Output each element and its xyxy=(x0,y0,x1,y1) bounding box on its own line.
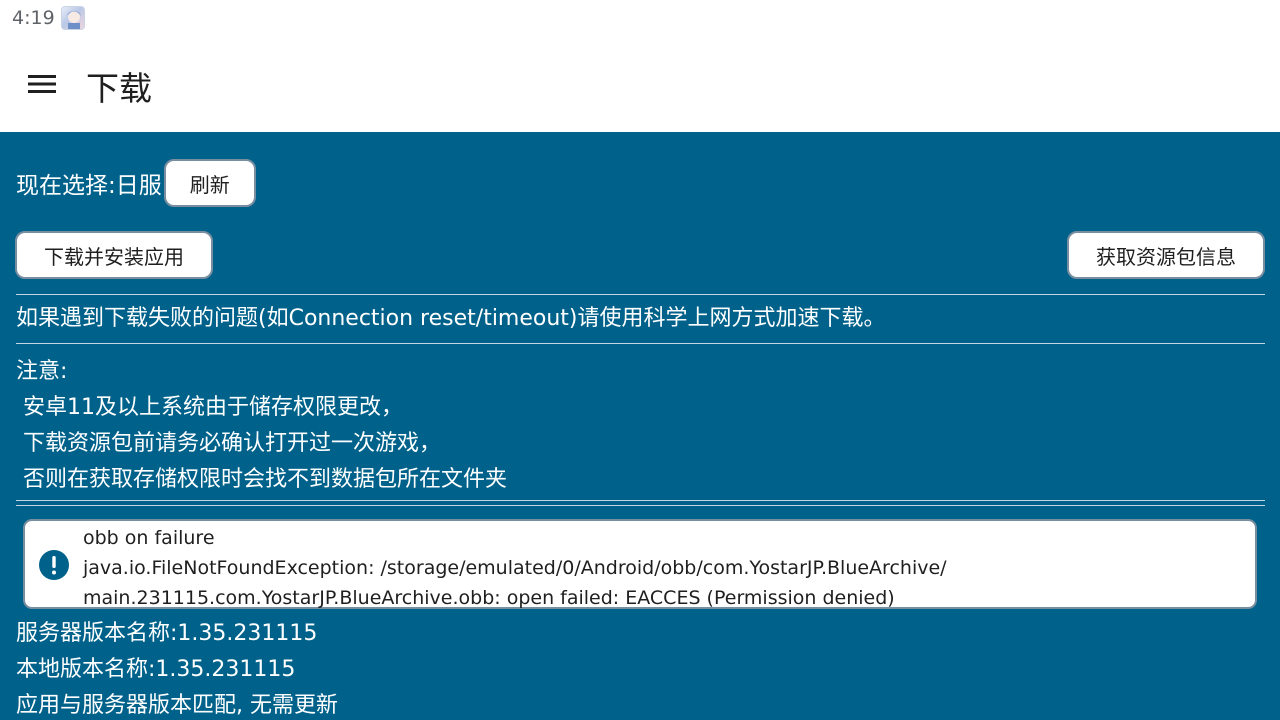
notice-heading: 注意: xyxy=(16,359,68,384)
notice-line: 下载资源包前请务必确认打开过一次游戏， xyxy=(16,431,441,456)
download-panel: 现在选择:日服 刷新 下载并安装应用 获取资源包信息 如果遇到下载失败的问题(如… xyxy=(0,132,1280,720)
error-text: obb on failure java.io.FileNotFoundExcep… xyxy=(83,523,947,613)
connection-tip: 如果遇到下载失败的问题(如Connection reset/timeout)请使… xyxy=(16,306,886,331)
page-title: 下载 xyxy=(86,69,152,108)
divider xyxy=(16,500,1265,501)
notice-block: 注意: 安卓11及以上系统由于储存权限更改， 下载资源包前请务必确认打开过一次游… xyxy=(16,354,507,498)
server-version: 服务器版本名称:1.35.231115 xyxy=(16,621,318,646)
hamburger-menu-icon[interactable] xyxy=(22,64,62,104)
app-bar: 下载 xyxy=(0,36,1280,132)
error-message-card: obb on failure java.io.FileNotFoundExcep… xyxy=(23,519,1257,609)
get-resource-info-button[interactable]: 获取资源包信息 xyxy=(1067,231,1265,279)
app-avatar-icon xyxy=(61,6,85,30)
notice-line: 安卓11及以上系统由于储存权限更改， xyxy=(16,395,403,420)
alert-circle-icon xyxy=(38,549,70,581)
error-line: main.231115.com.YostarJP.BlueArchive.obb… xyxy=(83,587,895,609)
error-line: java.io.FileNotFoundException: /storage/… xyxy=(83,557,947,579)
status-bar: 4:19 xyxy=(0,0,1280,36)
version-match-status: 应用与服务器版本匹配, 无需更新 xyxy=(16,693,338,718)
divider xyxy=(16,343,1265,344)
notice-line: 否则在获取存储权限时会找不到数据包所在文件夹 xyxy=(16,467,507,492)
server-selection-label: 现在选择:日服 xyxy=(16,173,162,199)
refresh-button[interactable]: 刷新 xyxy=(163,159,256,207)
download-install-button[interactable]: 下载并安装应用 xyxy=(15,231,213,279)
divider xyxy=(16,505,1265,506)
local-version: 本地版本名称:1.35.231115 xyxy=(16,657,296,682)
divider xyxy=(16,294,1265,295)
status-time: 4:19 xyxy=(12,7,55,29)
error-line: obb on failure xyxy=(83,527,215,549)
version-info: 服务器版本名称:1.35.231115 本地版本名称:1.35.231115 应… xyxy=(16,616,338,720)
server-selection-row: 现在选择:日服 刷新 xyxy=(16,159,256,207)
